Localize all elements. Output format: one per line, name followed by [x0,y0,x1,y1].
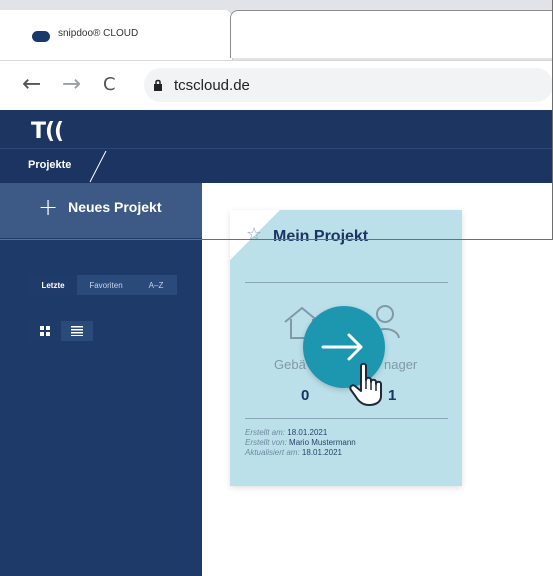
filter-tab-letzte[interactable]: Letzte [29,275,77,295]
stat-label-buildings: Gebä [274,357,306,372]
card-divider-top [245,282,448,283]
pointer-hand-icon [349,362,382,406]
filter-tab-a-z[interactable]: A–Z [135,275,177,295]
sidebar: + Neues Projekt Letzte Favoriten A–Z [0,183,202,576]
card-divider-bottom [245,418,448,419]
grid-view-button[interactable] [29,321,61,341]
grid-icon [40,326,50,336]
app-screen: T(( Projekte + Neues Projekt Letzte Favo… [0,0,553,576]
created-label: Erstellt am: [245,428,286,437]
filter-tab-favoriten[interactable]: Favoriten [77,275,135,295]
created-by-value: Mario Mustermann [289,438,356,447]
created-by-label: Erstellt von: [245,438,287,447]
sort-filter-tabs: Letzte Favoriten A–Z [29,275,177,295]
updated-label: Aktualisiert am: [245,448,300,457]
browser-window: snipdoo® CLOUD ← → C tcscloud.de [0,0,553,240]
stat-label-managers: nager [384,357,418,372]
list-view-button[interactable] [61,321,93,341]
created-value: 18.01.2021 [287,428,328,437]
list-icon [71,326,83,336]
view-toggle [29,321,93,341]
browser-window-frame [0,0,553,240]
stat-value-buildings: 0 [301,387,310,404]
updated-value: 18.01.2021 [301,448,342,457]
project-metadata: Erstellt am: 18.01.2021 Erstellt von: Ma… [245,428,356,458]
stat-value-managers: 1 [388,387,397,404]
